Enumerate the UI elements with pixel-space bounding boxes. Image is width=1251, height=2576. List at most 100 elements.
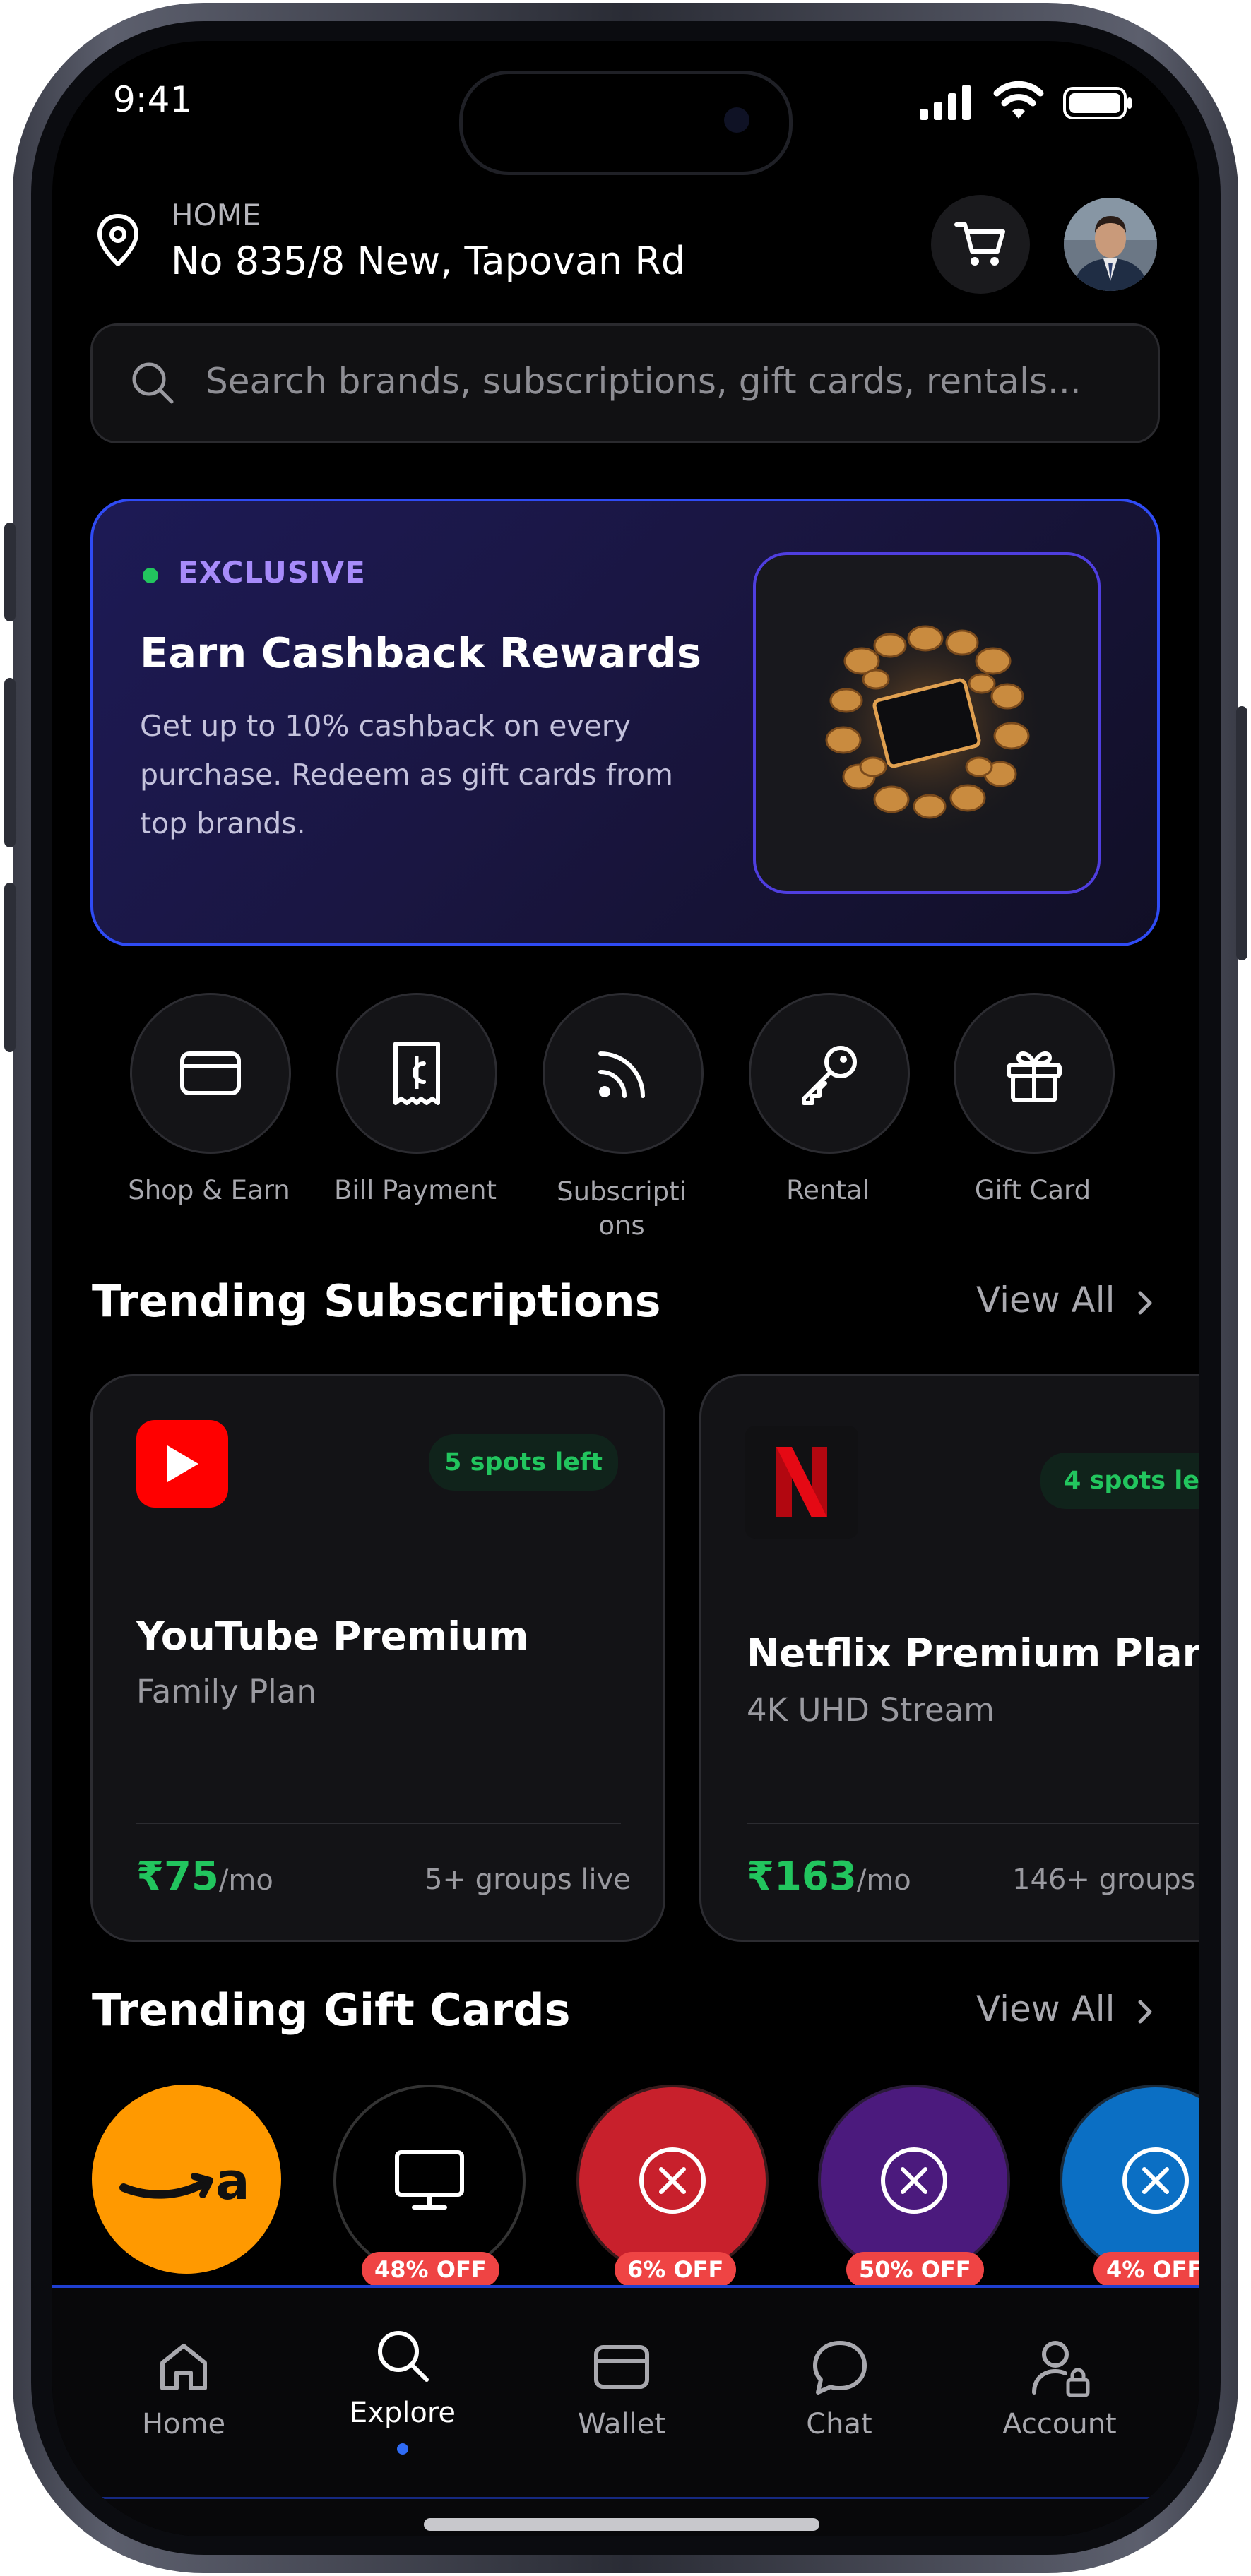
groups-live: 5+ groups live — [425, 1864, 631, 1896]
avatar[interactable] — [1064, 198, 1157, 291]
nav-wallet[interactable]: Wallet — [530, 2323, 713, 2464]
wifi-icon — [993, 79, 1044, 123]
price: ₹75/mo — [136, 1854, 273, 1900]
nav-label: Home — [141, 2408, 226, 2440]
front-camera — [724, 107, 749, 133]
view-all-gift-cards[interactable]: View All — [976, 1988, 1154, 2029]
nav-home[interactable]: Home — [92, 2323, 275, 2464]
chat-icon — [813, 2341, 867, 2395]
category-bill-payment-button[interactable] — [336, 993, 497, 1154]
search-bar[interactable]: Search brands, subscriptions, gift cards… — [90, 323, 1160, 443]
receipt-icon — [393, 1042, 440, 1105]
promo-banner[interactable]: EXCLUSIVE Earn Cashback Rewards Get up t… — [90, 499, 1160, 946]
price-unit: /mo — [218, 1864, 273, 1897]
close-circle-icon — [1122, 2147, 1189, 2214]
key-icon — [802, 1046, 857, 1105]
nav-label: Chat — [806, 2408, 872, 2440]
groups-live: 146+ groups live — [1012, 1864, 1199, 1896]
subscription-card[interactable]: 4 spots left Netflix Premium Plan 4K UHD… — [699, 1374, 1199, 1942]
price-unit: /mo — [856, 1864, 911, 1897]
card-divider — [747, 1823, 1199, 1824]
promo-tag: EXCLUSIVE — [178, 555, 366, 590]
view-all-subscriptions[interactable]: View All — [976, 1280, 1154, 1320]
nav-bottom-line — [52, 2497, 1199, 2499]
category-label: Rental — [786, 1175, 870, 1205]
nav-account[interactable]: Account — [968, 2323, 1151, 2464]
price: ₹163/mo — [747, 1854, 911, 1900]
coins-gift-card-illustration — [807, 603, 1047, 843]
gift-card-red[interactable] — [576, 2085, 769, 2277]
subscription-plan: 4K UHD Stream — [747, 1691, 995, 1729]
section-title-gift-cards: Trending Gift Cards — [92, 1984, 571, 2036]
search-icon — [132, 362, 174, 404]
gift-card-blue[interactable] — [1060, 2085, 1199, 2277]
wallet-icon — [594, 2345, 649, 2389]
chevron-right-icon — [1138, 2000, 1152, 2023]
subscription-name: YouTube Premium — [136, 1614, 529, 1659]
location-pin-icon[interactable] — [93, 212, 143, 271]
home-icon — [160, 2344, 207, 2390]
discount-badge: 6% OFF — [615, 2252, 737, 2287]
chevron-right-icon — [1138, 1291, 1152, 1314]
gift-icon — [1007, 1051, 1062, 1102]
promo-title: Earn Cashback Rewards — [140, 628, 702, 677]
section-title-subscriptions: Trending Subscriptions — [92, 1275, 661, 1327]
category-label: Bill Payment — [334, 1175, 497, 1205]
status-time: 9:41 — [113, 79, 193, 120]
view-all-label: View All — [976, 1280, 1115, 1320]
category-label-line: Subscripti — [557, 1176, 687, 1207]
cart-button[interactable] — [931, 195, 1030, 294]
discount-badge: 48% OFF — [362, 2252, 499, 2287]
nav-chat[interactable]: Chat — [747, 2323, 931, 2464]
search-placeholder: Search brands, subscriptions, gift cards… — [206, 361, 1081, 402]
category-label-line: ons — [598, 1210, 645, 1241]
promo-dot — [143, 568, 158, 583]
youtube-logo — [136, 1420, 228, 1508]
price-amount: ₹163 — [747, 1854, 857, 1900]
nav-label: Wallet — [577, 2408, 666, 2440]
category-label: Gift Card — [974, 1175, 1091, 1205]
subscription-plan: Family Plan — [136, 1673, 316, 1710]
mute-switch — [4, 523, 16, 621]
discount-badge: 50% OFF — [846, 2252, 984, 2287]
promo-description-line: purchase. Redeem as gift cards from — [140, 758, 673, 792]
discount-badge: 4% OFF — [1093, 2252, 1199, 2287]
power-button — [1236, 706, 1247, 960]
nav-explore[interactable]: Explore — [311, 2309, 494, 2471]
category-gift-card-button[interactable] — [954, 993, 1115, 1154]
volume-down-button — [4, 883, 16, 1052]
category-label: Subscripti ons — [537, 1175, 706, 1243]
tv-icon — [395, 2150, 464, 2210]
promo-description-line: top brands. — [140, 806, 306, 840]
promo-image — [753, 552, 1101, 894]
view-all-label: View All — [976, 1988, 1115, 2029]
cart-icon — [954, 222, 1005, 266]
gift-card-purple[interactable] — [818, 2085, 1010, 2277]
promo-description-line: Get up to 10% cashback on every — [140, 709, 631, 743]
card-icon — [180, 1051, 241, 1095]
category-shop-earn-button[interactable] — [130, 993, 291, 1154]
card-divider — [136, 1823, 621, 1824]
subscription-card[interactable]: 5 spots left YouTube Premium Family Plan… — [90, 1374, 665, 1942]
active-indicator — [397, 2443, 408, 2455]
netflix-logo — [745, 1426, 858, 1539]
address-text[interactable]: No 835/8 New, Tapovan Rd — [171, 239, 685, 283]
volume-up-button — [4, 678, 16, 847]
price-amount: ₹75 — [136, 1854, 219, 1900]
nav-label: Account — [1002, 2408, 1117, 2440]
rss-icon — [598, 1051, 645, 1098]
battery-icon — [1063, 86, 1134, 123]
category-label: Shop & Earn — [128, 1175, 290, 1205]
home-indicator[interactable] — [424, 2518, 819, 2531]
screen: 9:41 HOME No 835/8 New, Tapovan Rd Searc… — [52, 41, 1199, 2536]
location-label: HOME — [171, 198, 261, 232]
search-icon — [378, 2331, 429, 2382]
category-rental-button[interactable] — [749, 993, 910, 1154]
category-subscriptions-button[interactable] — [543, 993, 704, 1154]
gift-card-tv[interactable] — [333, 2085, 526, 2277]
gift-card-amazon[interactable]: a — [92, 2085, 281, 2274]
close-circle-icon — [881, 2147, 947, 2214]
nav-label: Explore — [349, 2397, 456, 2429]
subscription-name: Netflix Premium Plan — [747, 1630, 1199, 1676]
cellular-signal-icon — [918, 83, 975, 123]
